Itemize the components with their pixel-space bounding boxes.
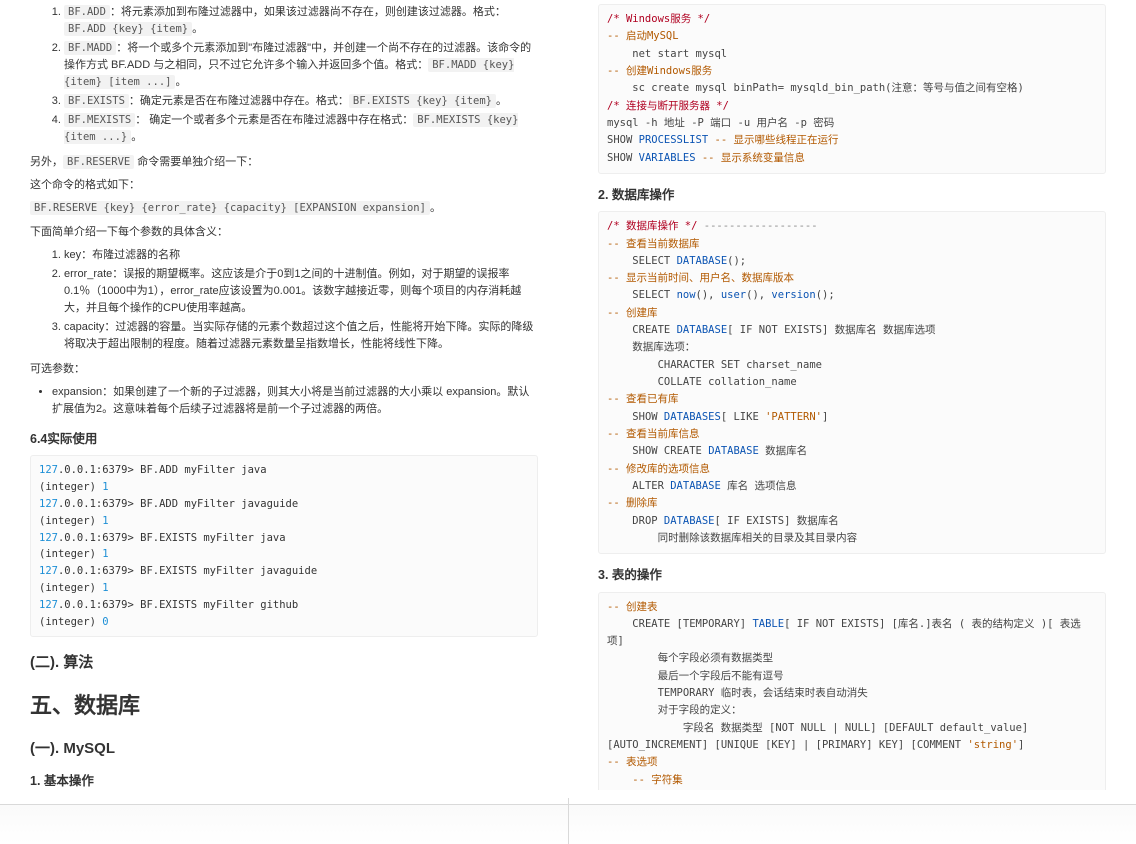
l5b: .0.0.1:6379> BF.EXISTS myFilter java [58,532,286,544]
bf-mexists-code: BF.MEXISTS [64,113,135,127]
l8b: 1 [102,582,108,594]
two-column-layout: BF.ADD：将元素添加到布隆过滤器中，如果该过滤器尚不存在，则创建该过滤器。格… [0,0,1136,790]
section-6-4: 6.4实际使用 [30,430,538,449]
bf-add-item: BF.ADD：将元素添加到布隆过滤器中，如果该过滤器尚不存在，则创建该过滤器。格… [64,4,538,38]
heading-database: 五、数据库 [30,689,538,723]
bf-mexists-text: ： 确定一个或者多个元素是否在布隆过滤器中存在格式： [135,114,413,126]
l7b: .0.0.1:6379> BF.EXISTS myFilter javaguid… [58,565,317,577]
bf-command-list: BF.ADD：将元素添加到布隆过滤器中，如果该过滤器尚不存在，则创建该过滤器。格… [30,4,538,146]
l10b: 0 [102,616,108,628]
params-intro: 下面简单介绍一下每个参数的具体含义： [30,224,538,241]
bf-exists-format: BF.EXISTS {key} {item} [349,94,496,108]
center-divider [568,798,569,844]
reserve-intro: 另外，BF.RESERVE 命令需要单独介绍一下： [30,154,538,171]
l9b: .0.0.1:6379> BF.EXISTS myFilter github [58,599,298,611]
cmd-format-label: 这个命令的格式如下： [30,177,538,194]
heading-db-ops: 2. 数据库操作 [598,186,1106,205]
sql-windows-service: /* Windows服务 */ -- 启动MySQL net start mys… [598,4,1106,174]
l3a: 127 [39,498,58,510]
l9a: 127 [39,599,58,611]
l2b: 1 [102,481,108,493]
l4b: 1 [102,515,108,527]
param-expansion: expansion：如果创建了一个新的子过滤器，则其大小将是当前过滤器的大小乘以… [52,384,538,418]
reserve-b: 命令需要单独介绍一下： [134,156,258,168]
redis-cli-output: 127.0.0.1:6379> BF.ADD myFilter java (in… [30,455,538,637]
reserve-cmd-code: BF.RESERVE {key} {error_rate} {capacity}… [30,201,430,215]
l1a: 127 [39,464,58,476]
heading-mysql: (一). MySQL [30,737,538,760]
sql-db-ops: /* 数据库操作 */ ------------------ -- 查看当前数据… [598,211,1106,554]
l5a: 127 [39,532,58,544]
param-key: key：布隆过滤器的名称 [64,247,538,264]
page: BF.ADD：将元素添加到布隆过滤器中，如果该过滤器尚不存在，则创建该过滤器。格… [0,0,1136,844]
bf-exists-item: BF.EXISTS：确定元素是否在布隆过滤器中存在。格式：BF.EXISTS {… [64,93,538,110]
l6b: 1 [102,548,108,560]
bf-exists-text: ：确定元素是否在布隆过滤器中存在。格式： [129,95,349,107]
right-column: /* Windows服务 */ -- 启动MySQL net start mys… [568,0,1136,790]
param-error-rate: error_rate：误报的期望概率。这应该是介于0到1之间的十进制值。例如，对… [64,266,538,317]
l3b: .0.0.1:6379> BF.ADD myFilter javaguide [58,498,298,510]
bf-add-text: ：将元素添加到布隆过滤器中，如果该过滤器尚不存在，则创建该过滤器。格式： [110,6,506,18]
l8a: (integer) [39,582,102,594]
bf-add-code: BF.ADD [64,5,110,19]
sql-table-ops: -- 创建表 CREATE [TEMPORARY] TABLE[ IF NOT … [598,592,1106,791]
reserve-params-list: key：布隆过滤器的名称 error_rate：误报的期望概率。这应该是介于0到… [30,247,538,353]
l10a: (integer) [39,616,102,628]
bf-madd-item: BF.MADD：将一个或多个元素添加到"布隆过滤器"中，并创建一个尚不存在的过滤… [64,40,538,91]
l6a: (integer) [39,548,102,560]
bf-madd-code: BF.MADD [64,41,116,55]
l7a: 127 [39,565,58,577]
reserve-code: BF.RESERVE [63,155,134,169]
heading-algorithm: (二). 算法 [30,651,538,674]
bf-add-format: BF.ADD {key} {item} [64,22,192,36]
param-capacity: capacity：过滤器的容量。当实际存储的元素个数超过这个值之后，性能将开始下… [64,319,538,353]
bf-exists-code: BF.EXISTS [64,94,129,108]
bf-mexists-item: BF.MEXISTS： 确定一个或者多个元素是否在布隆过滤器中存在格式：BF.M… [64,112,538,146]
heading-basic-ops: 1. 基本操作 [30,772,538,790]
reserve-a: 另外， [30,156,63,168]
reserve-cmd: BF.RESERVE {key} {error_rate} {capacity}… [30,200,538,217]
optional-params-list: expansion：如果创建了一个新的子过滤器，则其大小将是当前过滤器的大小乘以… [30,384,538,418]
heading-table-ops: 3. 表的操作 [598,566,1106,585]
optional-params-label: 可选参数： [30,361,538,378]
l1b: .0.0.1:6379> BF.ADD myFilter java [58,464,267,476]
l4a: (integer) [39,515,102,527]
left-column: BF.ADD：将元素添加到布隆过滤器中，如果该过滤器尚不存在，则创建该过滤器。格… [0,0,568,790]
l2a: (integer) [39,481,102,493]
